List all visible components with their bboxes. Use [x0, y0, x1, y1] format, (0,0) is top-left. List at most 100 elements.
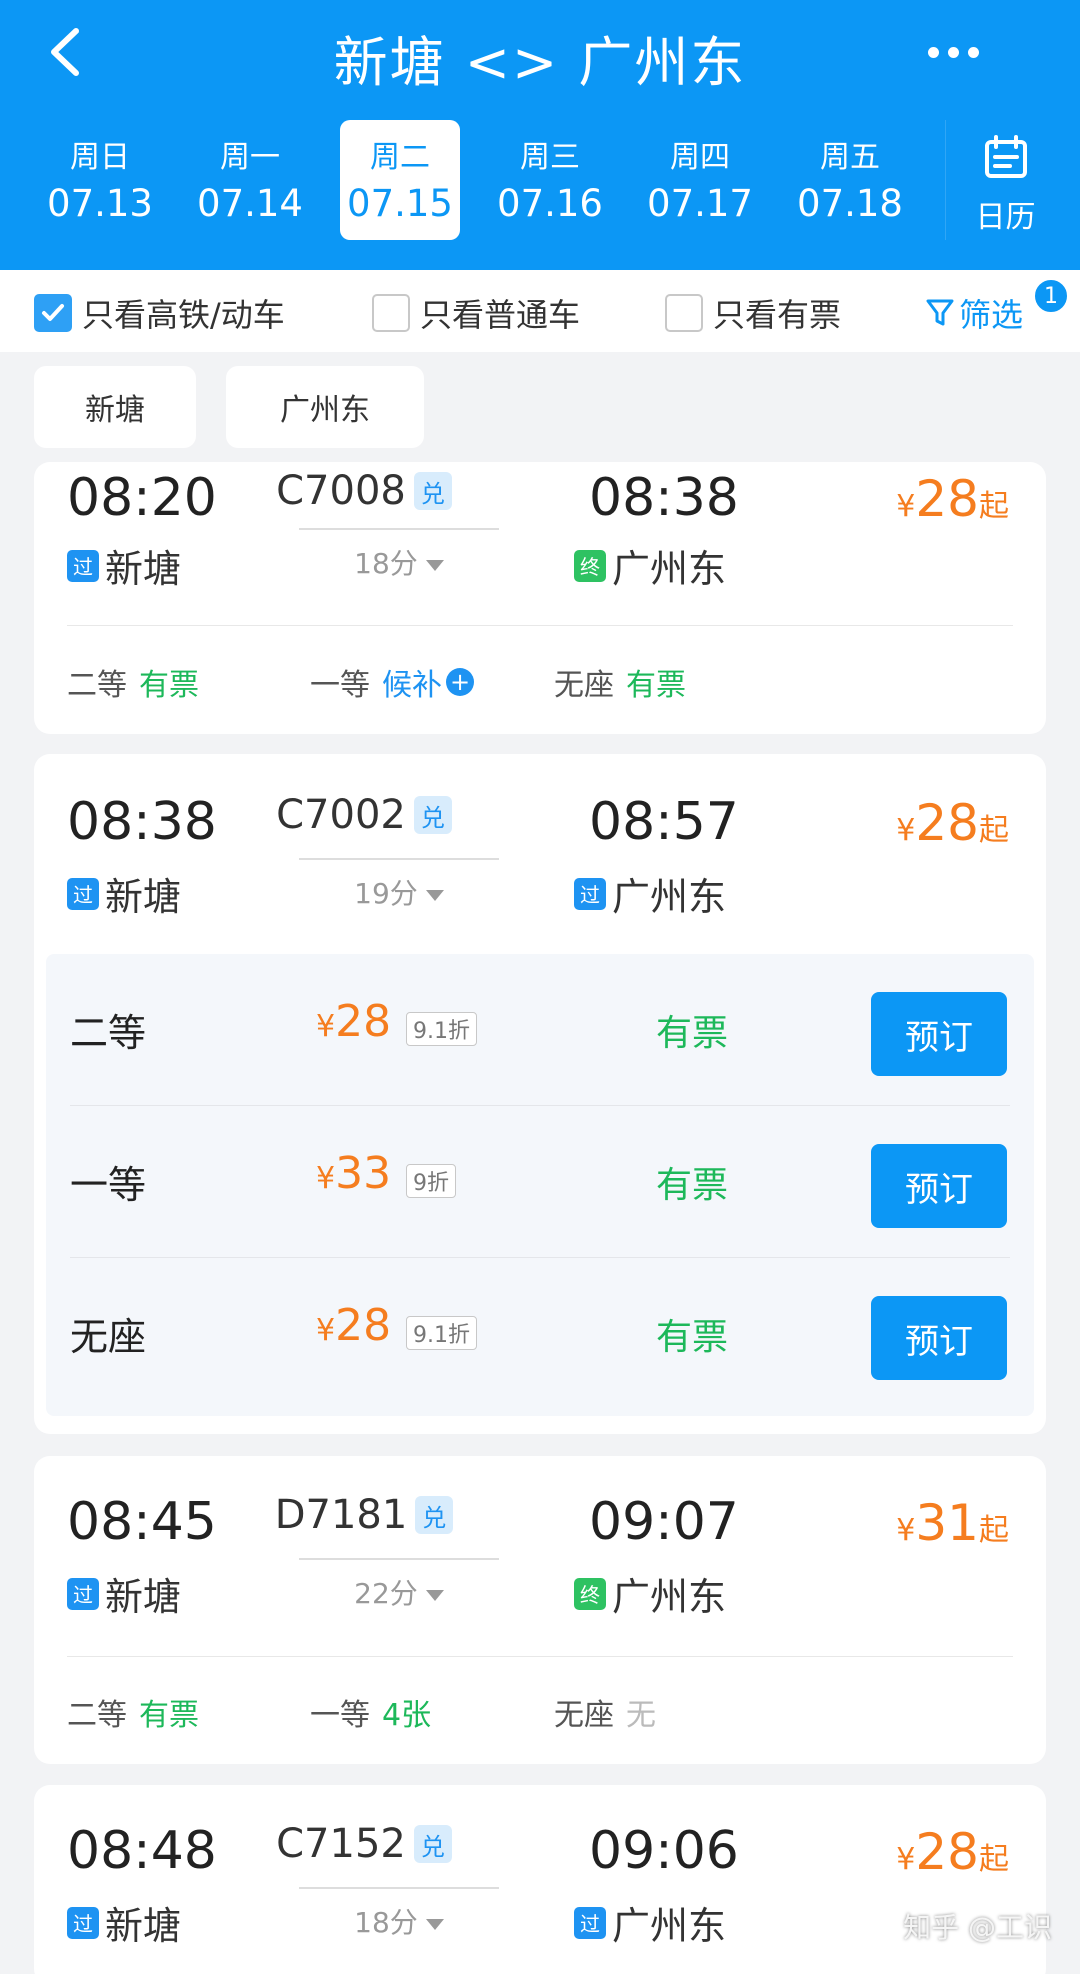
- date-weekday: 周日: [70, 140, 130, 175]
- price-value: 31: [915, 1494, 979, 1552]
- seat-price: ¥ 28: [316, 1300, 391, 1351]
- departure-station: 过 新塘: [67, 538, 181, 593]
- train-number: C7152 兑: [254, 1821, 474, 1867]
- book-button[interactable]: 预订: [871, 1296, 1007, 1380]
- date-tab-0718[interactable]: 周五 07.18: [790, 120, 910, 240]
- seat-option-row: 一等 ¥ 33 9折 有票 预订: [46, 1106, 1034, 1258]
- train-number: C7002 兑: [254, 792, 474, 838]
- dropdown-arrow-icon: [425, 1918, 444, 1930]
- checkbox-checked-icon[interactable]: [34, 294, 72, 332]
- price-suffix: 起: [979, 1842, 1009, 1877]
- date-day: 07.14: [197, 182, 303, 225]
- station-chip-from[interactable]: 新塘: [34, 366, 196, 448]
- train-card-c7152[interactable]: 08:48 C7152 兑 18分 09:06 ¥ 28 起 过 新塘 过 广州…: [34, 1785, 1046, 1974]
- calendar-label: 日历: [975, 200, 1036, 235]
- date-tab-0714[interactable]: 周一 07.14: [190, 120, 310, 240]
- price-from: ¥ 31 起: [896, 1494, 1009, 1552]
- header: 新塘 <> 广州东 周日 07.13 周一 07.14 周二 07.15 周三 …: [0, 0, 1080, 270]
- arrival-station: 终 广州东: [574, 538, 726, 593]
- price-value: 33: [335, 1148, 392, 1199]
- duration-text: 18分: [354, 1906, 418, 1939]
- seat-class: 二等: [67, 668, 127, 703]
- filter-label: 只看高铁/动车: [82, 296, 285, 334]
- train-card-c7002[interactable]: 08:38 C7002 兑 19分 08:57 ¥ 28 起 过 新塘 过 广州…: [34, 754, 1046, 1434]
- book-button[interactable]: 预订: [871, 1144, 1007, 1228]
- redeem-badge: 兑: [413, 1825, 452, 1863]
- station-name: 新塘: [105, 875, 182, 919]
- filter-available[interactable]: 只看有票: [665, 290, 841, 336]
- train-card-c7008[interactable]: 08:20 C7008 兑 18分 08:38 ¥ 28 起 过 新塘 终 广州…: [34, 462, 1046, 734]
- date-tab-0717[interactable]: 周四 07.17: [640, 120, 760, 240]
- more-dot-icon: [967, 46, 979, 58]
- station-name: 广州东: [612, 1575, 727, 1619]
- seat-first-class: 一等 4张: [310, 1690, 431, 1734]
- seat-status: 有票: [139, 668, 199, 703]
- timeline-divider: [299, 1558, 499, 1560]
- station-chip-to[interactable]: 广州东: [226, 366, 424, 448]
- filter-bar: 只看高铁/动车 只看普通车 只看有票 筛选: [0, 270, 1080, 352]
- seat-first-class[interactable]: 一等 候补 +: [310, 660, 474, 704]
- seat-price: ¥ 33: [316, 1148, 391, 1199]
- seat-class: 二等: [70, 1011, 147, 1055]
- duration-toggle[interactable]: 19分: [284, 872, 514, 912]
- pass-tag: 过: [67, 549, 99, 582]
- redeem-badge: 兑: [415, 1496, 454, 1534]
- timeline-divider: [299, 528, 499, 530]
- calendar-button[interactable]: 日历: [945, 120, 1065, 240]
- seat-second-class: 二等 有票: [67, 660, 199, 704]
- dropdown-arrow-icon: [425, 889, 444, 901]
- duration-toggle[interactable]: 18分: [284, 1901, 514, 1941]
- seat-status: 有票: [139, 1698, 199, 1733]
- train-number-text: C7002: [276, 792, 406, 838]
- duration-text: 19分: [354, 877, 418, 910]
- seat-no-seat: 无座 有票: [554, 660, 686, 704]
- card-divider: [67, 625, 1013, 626]
- timeline-divider: [299, 858, 499, 860]
- plus-icon[interactable]: +: [446, 668, 474, 696]
- arrival-station: 终 广州东: [574, 1566, 726, 1621]
- price-from: ¥ 28 起: [896, 470, 1009, 528]
- price-value: 28: [915, 794, 979, 852]
- duration-toggle[interactable]: 22分: [284, 1572, 514, 1612]
- date-day: 07.18: [797, 182, 903, 225]
- train-number-text: D7181: [274, 1492, 408, 1538]
- train-card-d7181[interactable]: 08:45 D7181 兑 22分 09:07 ¥ 31 起 过 新塘 终 广州…: [34, 1456, 1046, 1764]
- timeline-divider: [299, 1887, 499, 1889]
- terminal-tag: 终: [574, 549, 606, 582]
- pass-tag: 过: [574, 877, 606, 910]
- station-name: 新塘: [105, 1904, 182, 1948]
- duration-toggle[interactable]: 18分: [284, 542, 514, 582]
- checkbox-icon[interactable]: [372, 294, 410, 332]
- filter-high-speed[interactable]: 只看高铁/动车: [34, 290, 285, 336]
- date-tab-0713[interactable]: 周日 07.13: [40, 120, 160, 240]
- more-button[interactable]: [918, 22, 988, 82]
- pass-tag: 过: [67, 1906, 99, 1939]
- seat-price: ¥ 28: [316, 996, 391, 1047]
- station-name: 新塘: [105, 547, 182, 591]
- more-dot-icon: [947, 46, 959, 58]
- seat-option-row: 无座 ¥ 28 9.1折 有票 预订: [46, 1258, 1034, 1410]
- seat-status: 候补: [382, 668, 442, 703]
- date-day: 07.16: [497, 182, 603, 225]
- date-day: 07.15: [347, 182, 453, 225]
- card-divider: [67, 1656, 1013, 1657]
- date-tab-0715[interactable]: 周二 07.15: [340, 120, 460, 240]
- date-tab-0716[interactable]: 周三 07.16: [490, 120, 610, 240]
- station-name: 新塘: [105, 1575, 182, 1619]
- arrival-station: 过 广州东: [574, 866, 726, 921]
- date-day: 07.17: [647, 182, 753, 225]
- date-weekday: 周五: [820, 140, 880, 175]
- seat-no-seat: 无座 无: [554, 1690, 656, 1734]
- seat-class: 一等: [310, 668, 370, 703]
- filter-normal[interactable]: 只看普通车: [372, 290, 580, 336]
- price-value: 28: [335, 996, 392, 1047]
- screen-button[interactable]: 筛选: [925, 290, 1023, 336]
- seat-status: 有票: [656, 1013, 729, 1054]
- seat-status: 有票: [656, 1165, 729, 1206]
- checkbox-icon[interactable]: [665, 294, 703, 332]
- book-button[interactable]: 预订: [871, 992, 1007, 1076]
- price-symbol: ¥: [316, 1009, 336, 1044]
- redeem-badge: 兑: [413, 796, 452, 834]
- price-value: 28: [915, 470, 979, 528]
- duration-text: 22分: [354, 1577, 418, 1610]
